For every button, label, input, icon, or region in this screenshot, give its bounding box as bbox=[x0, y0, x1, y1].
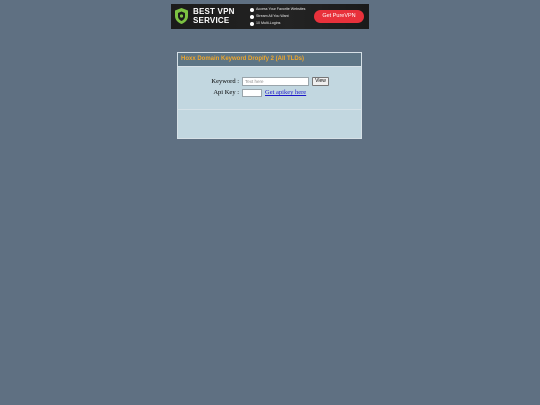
play-icon bbox=[250, 14, 254, 19]
keyword-form: Keyword : View Api Key : Get apikey here bbox=[178, 77, 361, 99]
divider bbox=[178, 109, 361, 110]
banner-headline-line2: SERVICE bbox=[193, 16, 230, 25]
banner-headline-line1: BEST VPN bbox=[193, 7, 235, 16]
get-purevpn-button[interactable]: Get PureVPN bbox=[314, 10, 364, 23]
get-apikey-link[interactable]: Get apikey here bbox=[265, 89, 306, 96]
devices-icon bbox=[250, 21, 254, 26]
keyword-label: Keyword : bbox=[211, 78, 239, 85]
banner-feature-text: Stream All You Want bbox=[256, 14, 289, 18]
shield-icon bbox=[175, 8, 188, 24]
apikey-label: Api Key : bbox=[213, 89, 239, 96]
banner-headline: BEST VPN SERVICE bbox=[193, 7, 235, 25]
keyword-row: Keyword : View bbox=[178, 77, 361, 88]
apikey-row: Api Key : Get apikey here bbox=[178, 88, 361, 99]
keyword-input[interactable] bbox=[242, 77, 309, 86]
banner-feature-list: Access Your Favorite Websites Stream All… bbox=[250, 6, 305, 27]
banner-feature: Access Your Favorite Websites bbox=[250, 6, 305, 13]
tool-panel: Hoxx Domain Keyword Dropify 2 (All TLDs)… bbox=[177, 52, 362, 139]
banner-feature-text: Access Your Favorite Websites bbox=[256, 7, 306, 11]
apikey-input[interactable] bbox=[242, 89, 262, 97]
unlock-icon bbox=[250, 7, 254, 12]
vpn-banner-ad[interactable]: BEST VPN SERVICE Access Your Favorite We… bbox=[171, 4, 369, 29]
page: BEST VPN SERVICE Access Your Favorite We… bbox=[0, 0, 540, 405]
panel-title: Hoxx Domain Keyword Dropify 2 (All TLDs) bbox=[178, 53, 361, 67]
banner-feature: 10 Multi-Logins bbox=[250, 20, 305, 27]
banner-feature: Stream All You Want bbox=[250, 13, 305, 20]
view-button[interactable]: View bbox=[312, 77, 329, 86]
banner-feature-text: 10 Multi-Logins bbox=[256, 21, 281, 25]
